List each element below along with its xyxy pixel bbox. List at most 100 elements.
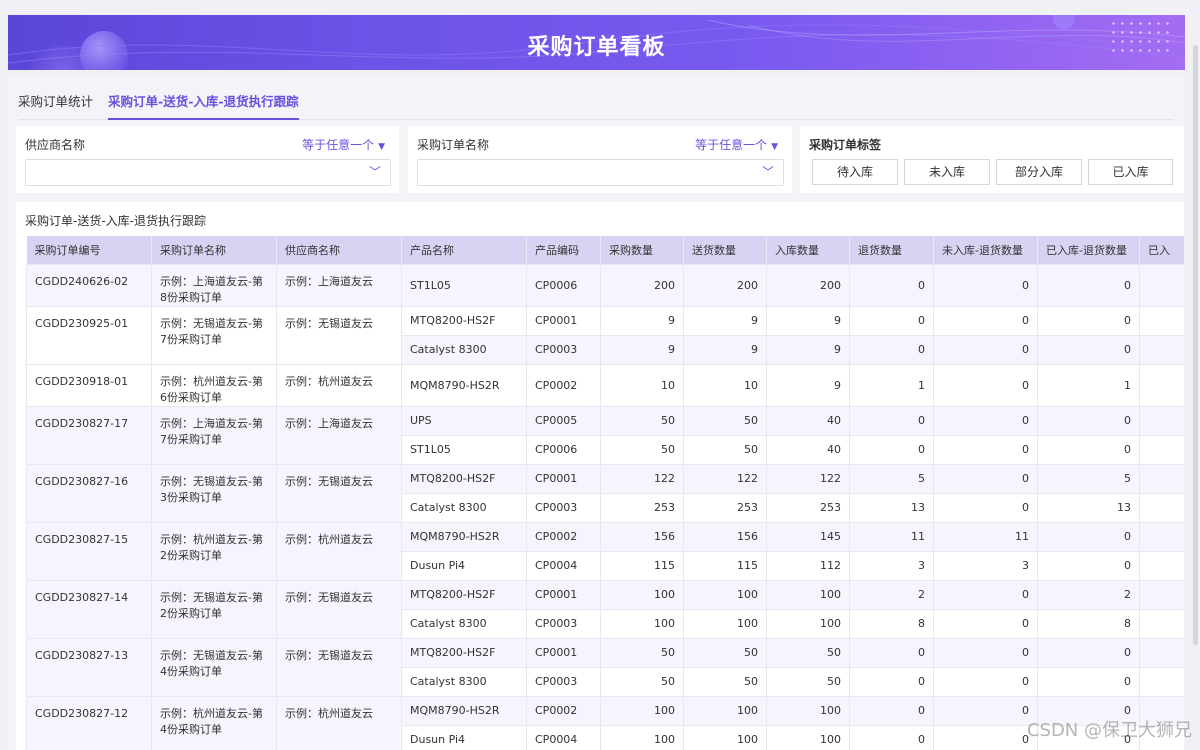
table-row[interactable]: CGDD230827-16 示例：无锡道友云-第3份采购订单 示例：无锡道友云 MTQ… bbox=[26, 463, 1184, 523]
supplier-cell: 示例：上海道友云 bbox=[276, 405, 402, 465]
product-name-cell: Catalyst 8300 bbox=[401, 334, 527, 365]
operator-label: 等于任意一个 bbox=[302, 138, 375, 152]
column-header[interactable]: 产品编码 bbox=[526, 236, 601, 264]
returned-qty-cell: 1 bbox=[849, 363, 934, 407]
overflow-cell bbox=[1139, 263, 1184, 307]
order-id-cell: CGDD230925-01 bbox=[26, 305, 152, 365]
column-header[interactable]: 未入库-退货数量 bbox=[933, 236, 1038, 264]
order-name-cell: 示例：杭州道友云-第2份采购订单 bbox=[151, 521, 277, 581]
table-row[interactable]: CGDD230827-12 示例：杭州道友云-第4份采购订单 示例：杭州道友云 MQM… bbox=[26, 695, 1184, 750]
column-header[interactable]: 入库数量 bbox=[766, 236, 850, 264]
overflow-cell bbox=[1139, 363, 1184, 407]
overflow-cell bbox=[1139, 637, 1184, 668]
column-header[interactable]: 已入 bbox=[1139, 236, 1184, 264]
product-code-cell: CP0003 bbox=[526, 334, 601, 365]
table-row[interactable]: CGDD230918-01 示例：杭州道友云-第6份采购订单 示例：杭州道友云 MQM… bbox=[26, 363, 1184, 407]
product-name-cell: Catalyst 8300 bbox=[401, 492, 527, 523]
delivered-qty-cell: 50 bbox=[683, 637, 767, 668]
product-name-cell: MTQ8200-HS2F bbox=[401, 579, 527, 610]
column-header[interactable]: 退货数量 bbox=[849, 236, 934, 264]
tag-stocked-button[interactable]: 已入库 bbox=[1088, 159, 1173, 185]
order-qty-cell: 115 bbox=[600, 550, 684, 581]
tag-pending-stock-button[interactable]: 待入库 bbox=[812, 159, 898, 185]
overflow-cell bbox=[1139, 434, 1184, 465]
tab-execution-tracking[interactable]: 采购订单-送货-入库-退货执行跟踪 bbox=[108, 91, 299, 120]
scrollbar-thumb[interactable] bbox=[1193, 45, 1198, 645]
supplier-cell: 示例：无锡道友云 bbox=[276, 463, 402, 523]
product-name-cell: Dusun Pi4 bbox=[401, 724, 527, 750]
return-unstocked-qty-cell: 0 bbox=[933, 334, 1038, 365]
column-header[interactable]: 产品名称 bbox=[401, 236, 527, 264]
product-code-cell: CP0005 bbox=[526, 405, 601, 436]
delivered-qty-cell: 9 bbox=[683, 334, 767, 365]
table-row[interactable]: CGDD230827-17 示例：上海道友云-第7份采购订单 示例：上海道友云 UPS… bbox=[26, 405, 1184, 465]
stocked-qty-cell: 9 bbox=[766, 363, 850, 407]
product-name-cell: MQM8790-HS2R bbox=[401, 521, 527, 552]
delivered-qty-cell: 253 bbox=[683, 492, 767, 523]
column-header[interactable]: 采购订单名称 bbox=[151, 236, 277, 264]
return-stocked-qty-cell: 0 bbox=[1037, 263, 1140, 307]
table-title: 采购订单-送货-入库-退货执行跟踪 bbox=[25, 214, 206, 228]
table-row[interactable]: CGDD230827-14 示例：无锡道友云-第2份采购订单 示例：无锡道友云 MTQ… bbox=[26, 579, 1184, 639]
supplier-filter-operator[interactable]: 等于任意一个 ▼ bbox=[302, 136, 385, 153]
order-name-filter-operator[interactable]: 等于任意一个 ▼ bbox=[695, 136, 778, 153]
tag-button-group: 待入库 未入库 部分入库 已入库 bbox=[812, 159, 1173, 185]
order-id-cell: CGDD240626-02 bbox=[26, 263, 152, 307]
overflow-cell bbox=[1139, 666, 1184, 697]
column-header[interactable]: 采购订单编号 bbox=[26, 236, 152, 264]
return-unstocked-qty-cell: 0 bbox=[933, 492, 1038, 523]
order-name-cell: 示例：上海道友云-第8份采购订单 bbox=[151, 263, 277, 307]
product-code-cell: CP0006 bbox=[526, 434, 601, 465]
delivered-qty-cell: 9 bbox=[683, 305, 767, 336]
product-code-cell: CP0004 bbox=[526, 550, 601, 581]
tab-bar: 采购订单统计 采购订单-送货-入库-退货执行跟踪 bbox=[18, 88, 1174, 120]
order-id-cell: CGDD230827-17 bbox=[26, 405, 152, 465]
supplier-cell: 示例：杭州道友云 bbox=[276, 363, 402, 407]
supplier-filter-label: 供应商名称 bbox=[25, 138, 86, 152]
table-row[interactable]: CGDD230827-15 示例：杭州道友云-第2份采购订单 示例：杭州道友云 MQM… bbox=[26, 521, 1184, 581]
return-unstocked-qty-cell: 0 bbox=[933, 608, 1038, 639]
table-scroll-area[interactable]: 采购订单编号 采购订单名称 供应商名称 产品名称 产品编码 采购数量 送货数量 入库数量 退货数… bbox=[26, 236, 1184, 750]
return-stocked-qty-cell: 0 bbox=[1037, 666, 1140, 697]
product-code-cell: CP0002 bbox=[526, 363, 601, 407]
chevron-down-icon: ﹀ bbox=[761, 165, 774, 179]
returned-qty-cell: 13 bbox=[849, 492, 934, 523]
order-qty-cell: 100 bbox=[600, 695, 684, 726]
overflow-cell bbox=[1139, 305, 1184, 336]
order-name-filter-card: 采购订单名称 等于任意一个 ▼ ﹀ bbox=[408, 126, 792, 193]
chevron-down-icon: ﹀ bbox=[368, 165, 381, 179]
order-qty-cell: 200 bbox=[600, 263, 684, 307]
column-header[interactable]: 采购数量 bbox=[600, 236, 684, 264]
product-code-cell: CP0001 bbox=[526, 305, 601, 336]
returned-qty-cell: 0 bbox=[849, 666, 934, 697]
return-stocked-qty-cell: 5 bbox=[1037, 463, 1140, 494]
product-name-cell: ST1L05 bbox=[401, 434, 527, 465]
overflow-cell bbox=[1139, 463, 1184, 494]
column-header[interactable]: 供应商名称 bbox=[276, 236, 402, 264]
table-row[interactable]: CGDD240626-02 示例：上海道友云-第8份采购订单 示例：上海道友云 ST1… bbox=[26, 263, 1184, 307]
return-unstocked-qty-cell: 0 bbox=[933, 666, 1038, 697]
order-name-cell: 示例：杭州道友云-第4份采购订单 bbox=[151, 695, 277, 750]
order-name-select[interactable]: ﹀ bbox=[417, 159, 784, 186]
tag-not-stocked-button[interactable]: 未入库 bbox=[904, 159, 990, 185]
column-header[interactable]: 已入库-退货数量 bbox=[1037, 236, 1140, 264]
delivered-qty-cell: 100 bbox=[683, 579, 767, 610]
tag-partial-stocked-button[interactable]: 部分入库 bbox=[996, 159, 1082, 185]
delivered-qty-cell: 100 bbox=[683, 695, 767, 726]
returned-qty-cell: 3 bbox=[849, 550, 934, 581]
delivered-qty-cell: 50 bbox=[683, 666, 767, 697]
tab-order-statistics[interactable]: 采购订单统计 bbox=[18, 91, 93, 118]
table-row[interactable]: CGDD230827-13 示例：无锡道友云-第4份采购订单 示例：无锡道友云 MTQ… bbox=[26, 637, 1184, 697]
supplier-select[interactable]: ﹀ bbox=[25, 159, 391, 186]
order-qty-cell: 50 bbox=[600, 434, 684, 465]
delivered-qty-cell: 10 bbox=[683, 363, 767, 407]
supplier-cell: 示例：杭州道友云 bbox=[276, 695, 402, 750]
table-row[interactable]: CGDD230925-01 示例：无锡道友云-第7份采购订单 示例：无锡道友云 MTQ… bbox=[26, 305, 1184, 365]
caret-down-icon: ▼ bbox=[771, 142, 778, 152]
order-qty-cell: 50 bbox=[600, 405, 684, 436]
stocked-qty-cell: 100 bbox=[766, 695, 850, 726]
product-code-cell: CP0004 bbox=[526, 724, 601, 750]
return-stocked-qty-cell: 2 bbox=[1037, 579, 1140, 610]
column-header[interactable]: 送货数量 bbox=[683, 236, 767, 264]
watermark: CSDN @保卫大狮兄 bbox=[1026, 720, 1192, 741]
